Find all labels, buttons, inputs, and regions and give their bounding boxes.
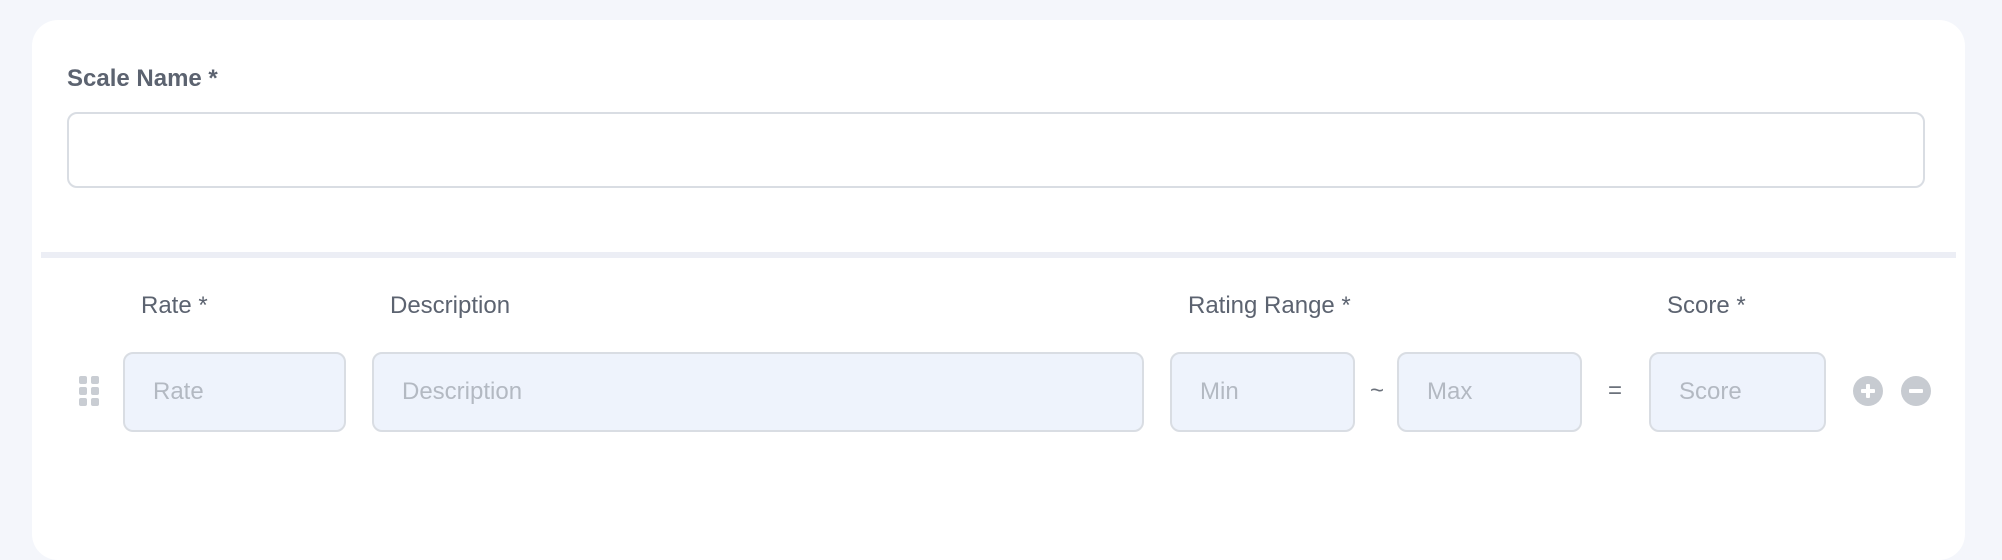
- plus-circle-icon: [1861, 384, 1875, 398]
- score-input[interactable]: [1649, 352, 1826, 432]
- scale-name-input[interactable]: [67, 112, 1925, 188]
- drag-handle-icon[interactable]: [79, 376, 99, 406]
- rate-input[interactable]: [123, 352, 346, 432]
- max-input[interactable]: [1397, 352, 1582, 432]
- remove-row-button[interactable]: [1901, 376, 1931, 406]
- scale-form-card: Scale Name * Rate * Description Rating R…: [32, 20, 1965, 560]
- equals-sign: =: [1608, 377, 1623, 404]
- range-separator: ~: [1370, 377, 1385, 404]
- minus-circle-icon: [1909, 389, 1923, 393]
- description-input[interactable]: [372, 352, 1144, 432]
- add-row-button[interactable]: [1853, 376, 1883, 406]
- rating-range-column-label: Rating Range *: [1188, 292, 1351, 319]
- description-column-label: Description: [390, 292, 511, 319]
- scale-name-label: Scale Name *: [67, 65, 218, 92]
- min-input[interactable]: [1170, 352, 1355, 432]
- section-divider: [41, 252, 1956, 258]
- score-column-label: Score *: [1667, 292, 1746, 319]
- rate-column-label: Rate *: [141, 292, 208, 319]
